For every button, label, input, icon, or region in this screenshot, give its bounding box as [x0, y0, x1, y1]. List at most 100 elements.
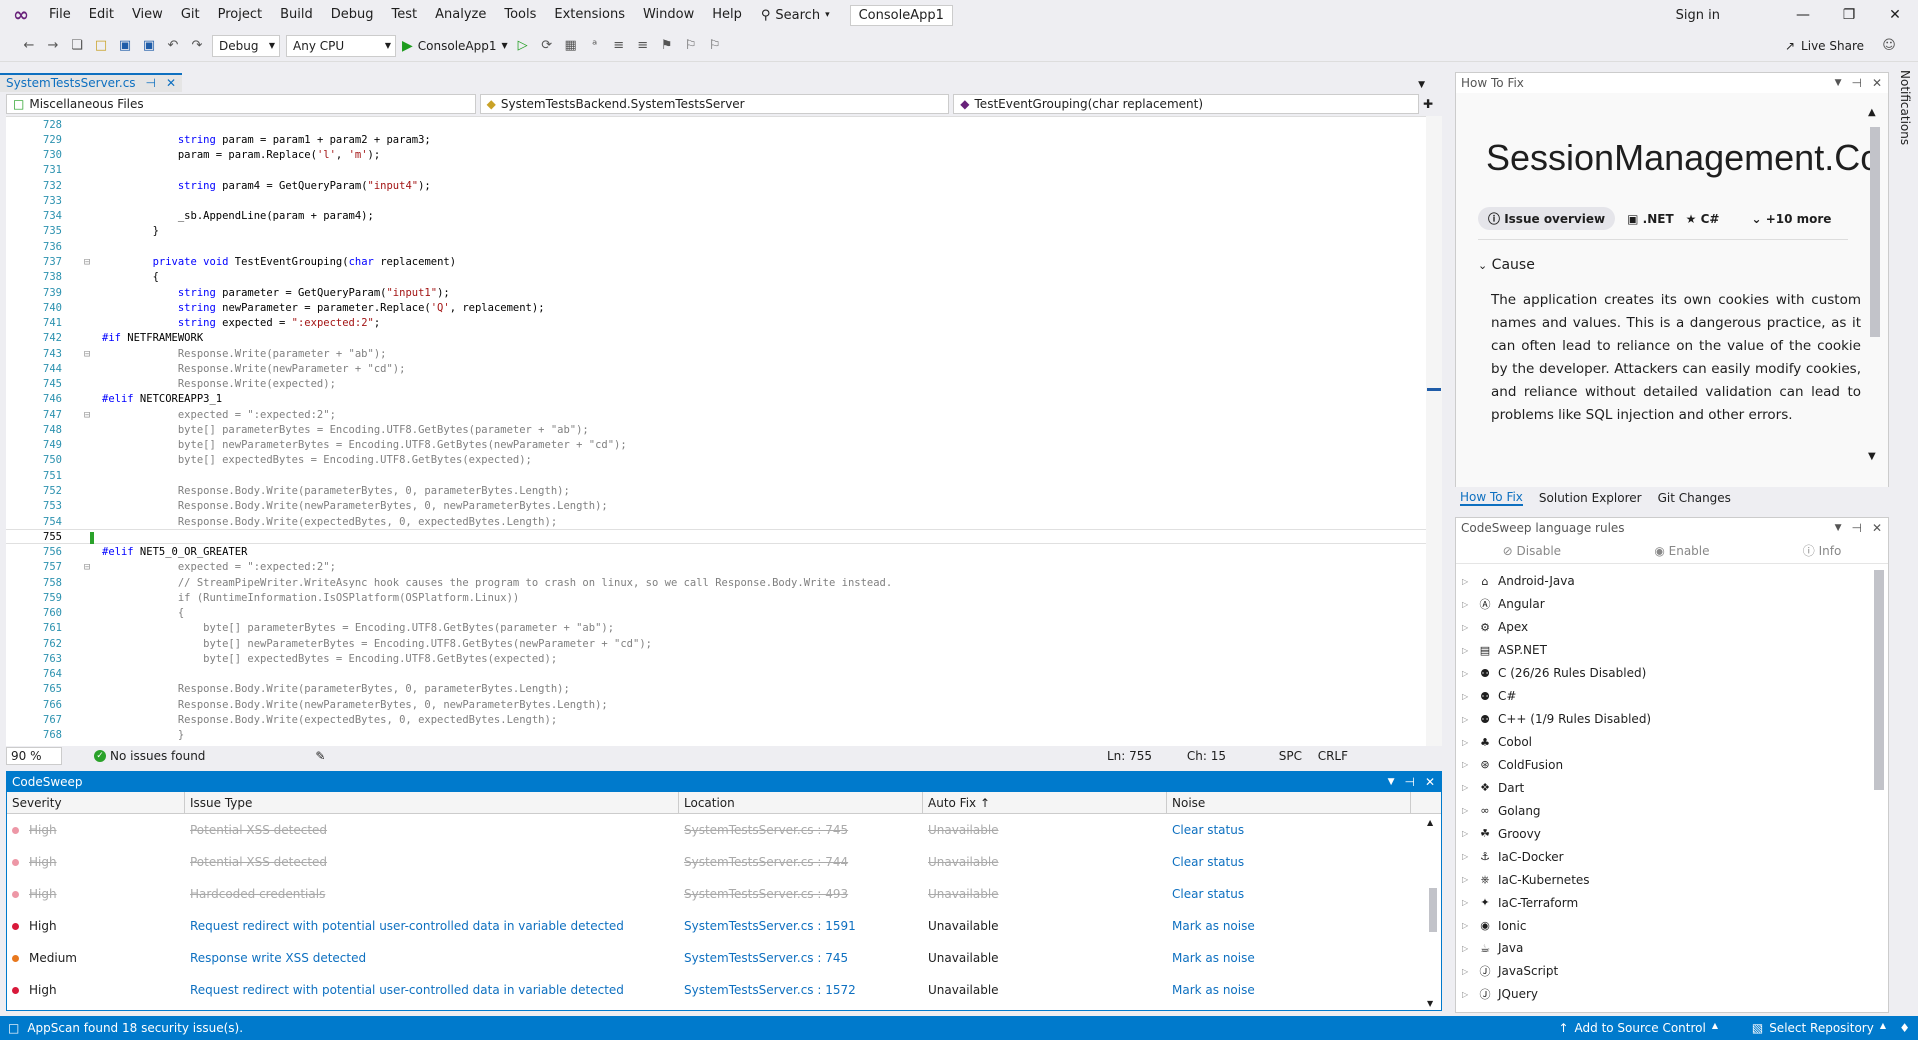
code-line[interactable]: 729 string param = param1 + param2 + par…: [6, 132, 1426, 147]
expand-triangle-icon[interactable]: ▷: [1462, 783, 1476, 792]
whitespace-mode[interactable]: SPC: [1279, 749, 1302, 763]
sign-in-link[interactable]: Sign in: [1676, 8, 1720, 23]
expand-triangle-icon[interactable]: ▷: [1462, 577, 1476, 586]
howto-vertical-scrollbar[interactable]: ▲ ▼: [1868, 107, 1882, 467]
cell-loc[interactable]: SystemTestsServer.cs : 745: [679, 951, 923, 965]
spell-check-icon[interactable]: ᵃ: [586, 37, 604, 55]
new-project-icon[interactable]: ❏: [68, 37, 86, 55]
code-line[interactable]: 748 byte[] parameterBytes = Encoding.UTF…: [6, 422, 1426, 437]
close-icon[interactable]: ✕: [1872, 73, 1882, 93]
restore-icon[interactable]: ❐: [1826, 0, 1872, 30]
cell-noise[interactable]: Clear status: [1167, 855, 1411, 869]
code-line[interactable]: 730 param = param.Replace('l', 'm');: [6, 148, 1426, 163]
feedback-icon[interactable]: ☺: [1880, 37, 1898, 55]
expand-triangle-icon[interactable]: ▷: [1462, 921, 1476, 930]
cell-noise[interactable]: Mark as noise: [1167, 983, 1411, 997]
info-button[interactable]: ⓘ Info: [1803, 542, 1842, 559]
code-line[interactable]: 757 ⊟ expected = ":expected:2";: [6, 560, 1426, 575]
code-line[interactable]: 762 byte[] newParameterBytes = Encoding.…: [6, 636, 1426, 651]
cell-loc[interactable]: SystemTestsServer.cs : 1572: [679, 983, 923, 997]
disable-button[interactable]: ⊘ Disable: [1503, 544, 1561, 558]
expand-triangle-icon[interactable]: ▷: [1462, 669, 1476, 678]
pin-icon[interactable]: ⊣: [1404, 772, 1414, 792]
code-line[interactable]: 763 byte[] expectedBytes = Encoding.UTF8…: [6, 651, 1426, 666]
platform-select[interactable]: Any CPU ▼: [286, 34, 396, 57]
howto-horizontal-scrollbar[interactable]: ‹ ›: [1478, 485, 1848, 487]
rule-item-iac-terraform[interactable]: ▷ ✦ IaC-Terraform: [1456, 891, 1888, 914]
column-header-4[interactable]: Noise: [1167, 792, 1411, 813]
cell-noise[interactable]: Mark as noise: [1167, 951, 1411, 965]
fold-gutter[interactable]: ⊟: [72, 561, 102, 573]
table-row[interactable]: High Potential XSS detected SystemTestsSer…: [7, 846, 1441, 878]
cell-loc[interactable]: SystemTestsServer.cs : 745: [679, 823, 923, 837]
code-line[interactable]: 739 string parameter = GetQueryParam("in…: [6, 285, 1426, 300]
column-header-3[interactable]: Auto Fix ↑: [923, 792, 1167, 813]
rule-item-jquery[interactable]: ▷ Ⓙ JQuery: [1456, 983, 1888, 1006]
rule-item-cobol[interactable]: ▷ ♣ Cobol: [1456, 731, 1888, 754]
rule-item-c#[interactable]: ▷ ⚉ C#: [1456, 685, 1888, 708]
save-icon[interactable]: ▣: [116, 37, 134, 55]
chip-dotnet[interactable]: ▣ .NET: [1627, 212, 1674, 226]
chip-more[interactable]: ⌄ +10 more: [1751, 212, 1831, 226]
minimize-icon[interactable]: —: [1780, 0, 1826, 30]
chip-csharp[interactable]: ★ C#: [1686, 212, 1720, 226]
chevron-right-icon[interactable]: ›: [1843, 485, 1848, 487]
expand-triangle-icon[interactable]: ▷: [1462, 646, 1476, 655]
cell-type[interactable]: Response write XSS detected: [185, 951, 679, 965]
layout-icon[interactable]: ▦: [562, 37, 580, 55]
tab-solution-explorer[interactable]: Solution Explorer: [1539, 491, 1642, 505]
zoom-select[interactable]: 90 %: [6, 747, 62, 765]
undo-icon[interactable]: ↶: [164, 37, 182, 55]
rule-item-groovy[interactable]: ▷ ☘ Groovy: [1456, 822, 1888, 845]
member-select[interactable]: ◆ TestEventGrouping(char replacement): [953, 94, 1419, 114]
code-line[interactable]: 752 Response.Body.Write(parameterBytes, …: [6, 483, 1426, 498]
code-line[interactable]: 744 Response.Write(newParameter + "cd");: [6, 361, 1426, 376]
expand-triangle-icon[interactable]: ▷: [1462, 623, 1476, 632]
cell-noise[interactable]: Clear status: [1167, 823, 1411, 837]
project-select[interactable]: □ Miscellaneous Files: [6, 94, 476, 114]
pin-icon[interactable]: ⊣: [146, 76, 156, 90]
rule-item-coldfusion[interactable]: ▷ ⊛ ColdFusion: [1456, 754, 1888, 777]
cell-type[interactable]: Request redirect with potential user-con…: [185, 919, 679, 933]
expand-triangle-icon[interactable]: ▷: [1462, 715, 1476, 724]
next-bookmark-icon[interactable]: ⚐: [706, 37, 724, 55]
chevron-down-icon[interactable]: ▼: [1868, 451, 1876, 462]
expand-triangle-icon[interactable]: ▷: [1462, 600, 1476, 609]
column-header-0[interactable]: Severity: [7, 792, 185, 813]
save-all-icon[interactable]: ▣: [140, 37, 158, 55]
brush-icon[interactable]: ✎: [315, 749, 325, 763]
code-line[interactable]: 737 ⊟ private void TestEventGrouping(char…: [6, 254, 1426, 269]
close-icon[interactable]: ✕: [1872, 0, 1918, 30]
rule-item-iac-docker[interactable]: ▷ ⚓ IaC-Docker: [1456, 845, 1888, 868]
code-line[interactable]: 761 byte[] parameterBytes = Encoding.UTF…: [6, 621, 1426, 636]
chevron-up-icon[interactable]: ▲: [1868, 107, 1876, 118]
chevron-down-icon[interactable]: ▼: [1835, 518, 1842, 538]
fold-gutter[interactable]: ⊟: [72, 348, 102, 360]
menu-edit[interactable]: Edit: [80, 0, 123, 30]
column-header-2[interactable]: Location: [679, 792, 923, 813]
code-line[interactable]: 731: [6, 163, 1426, 178]
fold-gutter[interactable]: ⊟: [72, 409, 102, 421]
code-line[interactable]: 764: [6, 667, 1426, 682]
code-line[interactable]: 755: [6, 529, 1426, 545]
menu-analyze[interactable]: Analyze: [426, 0, 495, 30]
forward-icon[interactable]: →: [44, 37, 62, 55]
menu-git[interactable]: Git: [172, 0, 209, 30]
code-line[interactable]: 765 Response.Body.Write(parameterBytes, …: [6, 682, 1426, 697]
fold-gutter[interactable]: ⊟: [72, 256, 102, 268]
chevron-down-icon[interactable]: ▼: [1418, 80, 1425, 90]
code-line[interactable]: 738 {: [6, 270, 1426, 285]
code-editor[interactable]: 728 729 string param = param1 + param2 + …: [6, 116, 1426, 746]
menu-file[interactable]: File: [40, 0, 80, 30]
expand-triangle-icon[interactable]: ▷: [1462, 692, 1476, 701]
code-line[interactable]: 750 byte[] expectedBytes = Encoding.UTF8…: [6, 453, 1426, 468]
class-select[interactable]: ◆ SystemTestsBackend.SystemTestsServer: [479, 94, 950, 114]
enable-button[interactable]: ◉ Enable: [1654, 544, 1709, 558]
tab-systemtestsserver[interactable]: SystemTestsServer.cs ⊣ ✕: [0, 73, 183, 92]
column-header-1[interactable]: Issue Type: [185, 792, 679, 813]
cell-noise[interactable]: Clear status: [1167, 887, 1411, 901]
configuration-select[interactable]: Debug ▼: [212, 34, 280, 57]
cause-section-toggle[interactable]: ⌄ Cause: [1478, 257, 1535, 273]
tab-git-changes[interactable]: Git Changes: [1658, 491, 1731, 505]
scroll-thumb[interactable]: [1429, 888, 1437, 932]
